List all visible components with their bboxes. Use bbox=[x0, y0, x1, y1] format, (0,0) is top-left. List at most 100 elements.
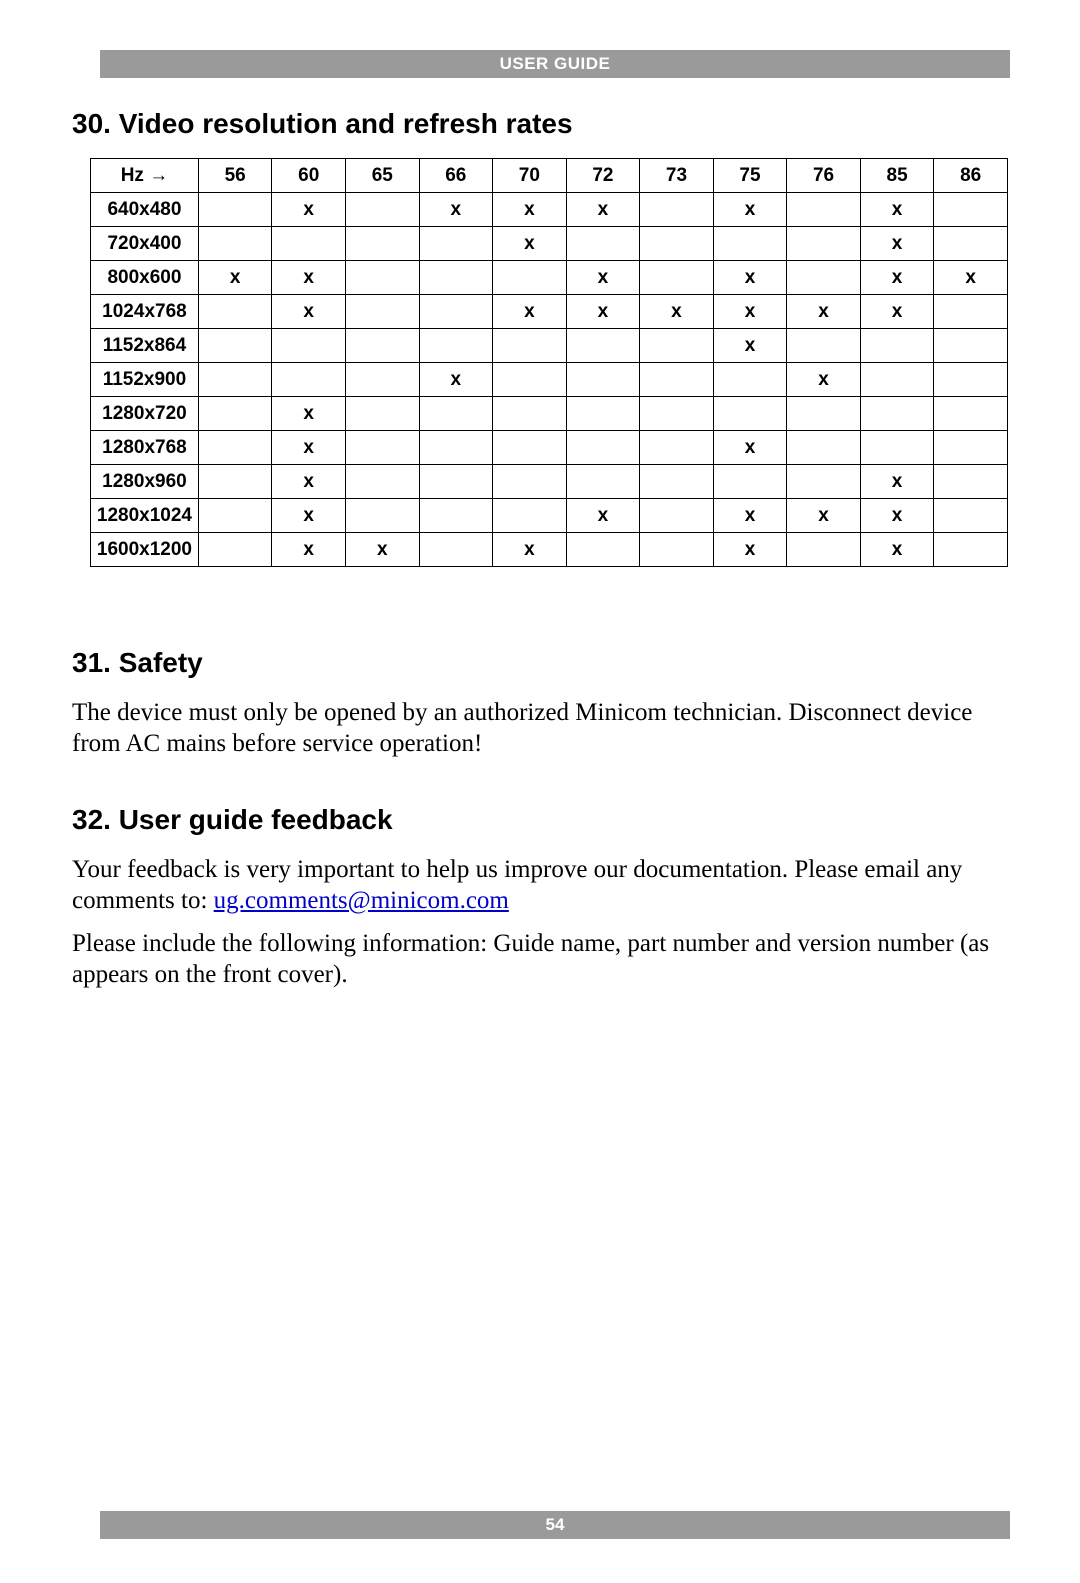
resolution-cell: 1280x768 bbox=[91, 431, 199, 465]
support-cell bbox=[640, 261, 714, 295]
support-cell bbox=[713, 227, 787, 261]
support-cell: x bbox=[566, 261, 640, 295]
feedback-email-link[interactable]: ug.comments@minicom.com bbox=[214, 887, 509, 914]
support-cell bbox=[566, 363, 640, 397]
support-cell bbox=[787, 261, 861, 295]
section-30-title: 30. Video resolution and refresh rates bbox=[72, 108, 1010, 140]
support-cell: x bbox=[860, 499, 934, 533]
resolution-cell: 1280x720 bbox=[91, 397, 199, 431]
support-cell bbox=[345, 295, 419, 329]
support-cell bbox=[198, 431, 272, 465]
support-cell bbox=[419, 295, 493, 329]
support-cell: x bbox=[713, 329, 787, 363]
support-cell: x bbox=[787, 499, 861, 533]
support-cell bbox=[198, 533, 272, 567]
table-row: 720x400xx bbox=[91, 227, 1008, 261]
support-cell bbox=[787, 193, 861, 227]
table-row: 1152x900xx bbox=[91, 363, 1008, 397]
support-cell bbox=[198, 329, 272, 363]
support-cell: x bbox=[493, 193, 567, 227]
support-cell: x bbox=[493, 533, 567, 567]
support-cell bbox=[860, 431, 934, 465]
support-cell bbox=[566, 397, 640, 431]
support-cell bbox=[934, 227, 1008, 261]
support-cell bbox=[198, 363, 272, 397]
support-cell bbox=[272, 227, 346, 261]
section-32-p2: Please include the following information… bbox=[72, 928, 1010, 991]
table-row: 1280x720 x bbox=[91, 397, 1008, 431]
table-row: 1152x864x bbox=[91, 329, 1008, 363]
support-cell bbox=[345, 431, 419, 465]
support-cell: x bbox=[345, 533, 419, 567]
support-cell bbox=[934, 193, 1008, 227]
table-row: 640x480xxxxxx bbox=[91, 193, 1008, 227]
support-cell bbox=[934, 533, 1008, 567]
support-cell bbox=[345, 499, 419, 533]
support-cell bbox=[860, 397, 934, 431]
support-cell bbox=[345, 227, 419, 261]
footer-bar: 54 bbox=[100, 1511, 1010, 1539]
support-cell bbox=[198, 499, 272, 533]
table-row: 1280x1024xxxxx bbox=[91, 499, 1008, 533]
table-row: 1280x960xx bbox=[91, 465, 1008, 499]
support-cell bbox=[713, 363, 787, 397]
support-cell: x bbox=[713, 533, 787, 567]
col-70: 70 bbox=[493, 159, 567, 193]
table-row: 800x600xxxxxx bbox=[91, 261, 1008, 295]
support-cell bbox=[934, 465, 1008, 499]
col-75: 75 bbox=[713, 159, 787, 193]
support-cell bbox=[272, 329, 346, 363]
support-cell bbox=[566, 227, 640, 261]
section-31-title: 31. Safety bbox=[72, 647, 1010, 679]
support-cell bbox=[493, 431, 567, 465]
support-cell bbox=[787, 431, 861, 465]
support-cell bbox=[198, 397, 272, 431]
support-cell bbox=[640, 329, 714, 363]
page-number: 54 bbox=[546, 1515, 565, 1535]
support-cell bbox=[566, 329, 640, 363]
resolution-cell: 1024x768 bbox=[91, 295, 199, 329]
col-66: 66 bbox=[419, 159, 493, 193]
support-cell: x bbox=[272, 193, 346, 227]
resolution-cell: 640x480 bbox=[91, 193, 199, 227]
col-65: 65 bbox=[345, 159, 419, 193]
col-56: 56 bbox=[198, 159, 272, 193]
col-86: 86 bbox=[934, 159, 1008, 193]
col-60: 60 bbox=[272, 159, 346, 193]
resolution-cell: 720x400 bbox=[91, 227, 199, 261]
support-cell bbox=[934, 295, 1008, 329]
support-cell bbox=[934, 329, 1008, 363]
support-cell bbox=[860, 329, 934, 363]
support-cell bbox=[493, 329, 567, 363]
support-cell bbox=[419, 465, 493, 499]
header-label: USER GUIDE bbox=[500, 54, 611, 74]
header-bar: USER GUIDE bbox=[100, 50, 1010, 78]
resolution-cell: 800x600 bbox=[91, 261, 199, 295]
support-cell bbox=[419, 431, 493, 465]
support-cell bbox=[640, 363, 714, 397]
support-cell: x bbox=[272, 261, 346, 295]
resolution-cell: 1280x960 bbox=[91, 465, 199, 499]
support-cell: x bbox=[860, 465, 934, 499]
support-cell bbox=[493, 363, 567, 397]
table-header-row: Hz → 56 60 65 66 70 72 73 75 76 85 86 bbox=[91, 159, 1008, 193]
support-cell bbox=[640, 533, 714, 567]
support-cell bbox=[640, 499, 714, 533]
support-cell: x bbox=[566, 499, 640, 533]
support-cell bbox=[345, 329, 419, 363]
support-cell bbox=[345, 465, 419, 499]
support-cell bbox=[934, 431, 1008, 465]
support-cell: x bbox=[272, 397, 346, 431]
support-cell: x bbox=[713, 261, 787, 295]
hz-label-cell: Hz → bbox=[91, 159, 199, 193]
support-cell: x bbox=[493, 227, 567, 261]
support-cell bbox=[860, 363, 934, 397]
support-cell bbox=[713, 397, 787, 431]
support-cell: x bbox=[493, 295, 567, 329]
support-cell: x bbox=[640, 295, 714, 329]
resolution-cell: 1280x1024 bbox=[91, 499, 199, 533]
support-cell: x bbox=[272, 533, 346, 567]
section-32-p1: Your feedback is very important to help … bbox=[72, 854, 1010, 917]
support-cell bbox=[345, 261, 419, 295]
support-cell bbox=[198, 193, 272, 227]
